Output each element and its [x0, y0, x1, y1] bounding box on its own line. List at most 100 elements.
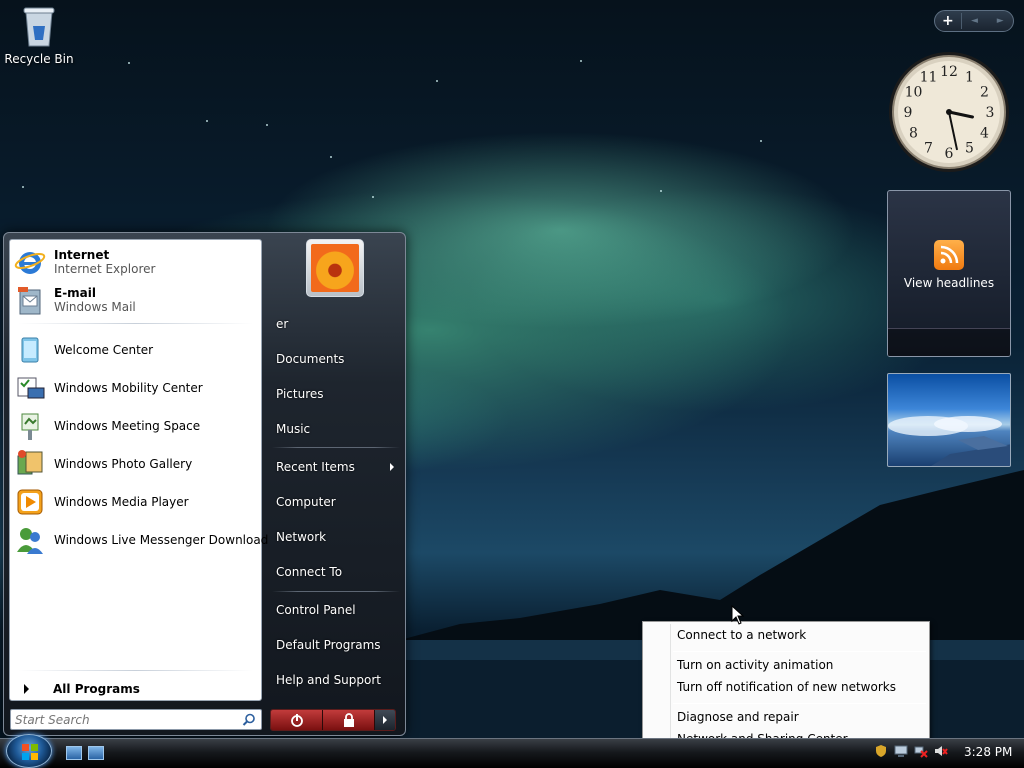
default-programs-link[interactable]: Default Programs: [276, 638, 381, 652]
arrow-right-icon: [24, 684, 29, 694]
shield-icon[interactable]: [874, 744, 888, 758]
taskbar: [0, 738, 1024, 768]
start-button[interactable]: [6, 734, 52, 768]
recycle-bin-label: Recycle Bin: [4, 52, 74, 66]
chevron-right-icon: [390, 463, 394, 471]
start-menu: Internet Internet Explorer E-mail Windows …: [3, 232, 406, 736]
menu-item-diagnose-and-repair[interactable]: Diagnose and repair: [677, 710, 799, 724]
pictures-link[interactable]: Pictures: [276, 387, 324, 401]
feed-footer-band: [888, 328, 1010, 356]
program-live-messenger-download[interactable]: Windows Live Messenger Download: [14, 522, 268, 558]
rss-feed-icon: [934, 240, 964, 270]
pinned-email-item[interactable]: E-mail Windows Mail: [14, 282, 258, 318]
program-label: Windows Photo Gallery: [54, 457, 193, 471]
messenger-icon: [14, 524, 46, 556]
network-context-menu: Connect to a network Turn on activity an…: [642, 621, 930, 751]
connect-to-link[interactable]: Connect To: [276, 565, 342, 579]
welcome-center-icon: [14, 334, 46, 366]
view-headlines-label: View headlines: [903, 276, 995, 290]
menu-separator: [673, 651, 926, 652]
control-panel-link[interactable]: Control Panel: [276, 603, 356, 617]
program-label: Welcome Center: [54, 343, 154, 357]
clock-number: 9: [904, 105, 913, 121]
computer-link[interactable]: Computer: [276, 495, 336, 509]
music-link[interactable]: Music: [276, 422, 310, 436]
power-button[interactable]: [271, 710, 323, 730]
pinned-internet-subtitle: Internet Explorer: [54, 262, 156, 276]
clock-number: 2: [980, 85, 989, 101]
mouse-cursor-icon: [731, 605, 745, 625]
all-programs-separator: [18, 670, 253, 671]
internet-explorer-icon: [14, 246, 46, 278]
all-programs-label: All Programs: [53, 682, 140, 696]
clock-number: 4: [980, 126, 989, 142]
network-link[interactable]: Network: [276, 530, 326, 544]
lock-button[interactable]: [323, 710, 375, 730]
help-and-support-link[interactable]: Help and Support: [276, 673, 381, 687]
pinned-internet-item[interactable]: Internet Internet Explorer: [14, 244, 258, 280]
menu-separator: [673, 703, 926, 704]
power-controls: [270, 709, 396, 731]
places-separator: [272, 447, 400, 448]
shutdown-options-button[interactable]: [375, 710, 395, 730]
recent-items-link[interactable]: Recent Items: [276, 460, 355, 474]
lock-icon: [343, 713, 354, 727]
computer-tray-icon[interactable]: [894, 744, 908, 758]
clock-number: 3: [986, 105, 995, 121]
taskbar-clock[interactable]: 3:28 PM: [964, 745, 1012, 759]
clock-number: 8: [909, 126, 918, 142]
clock-number: 6: [945, 146, 954, 162]
start-menu-places-pane: er Documents Pictures Music Recent Items…: [266, 233, 406, 735]
search-icon[interactable]: [242, 713, 256, 727]
mobility-center-icon: [14, 372, 46, 404]
previous-gadget-page-button[interactable]: ◄: [962, 16, 988, 26]
show-desktop-icon[interactable]: [66, 746, 82, 760]
feed-headlines-gadget[interactable]: View headlines: [887, 190, 1011, 357]
recycle-bin-desktop-icon[interactable]: Recycle Bin: [4, 2, 74, 66]
switch-windows-icon[interactable]: [88, 746, 104, 760]
volume-muted-icon[interactable]: [934, 744, 948, 758]
recycle-bin-icon: [22, 4, 56, 48]
program-mobility-center[interactable]: Windows Mobility Center: [14, 370, 258, 406]
pinned-email-title: E-mail: [54, 286, 97, 300]
windows-logo-icon: [22, 744, 38, 760]
program-photo-gallery[interactable]: Windows Photo Gallery: [14, 446, 258, 482]
media-player-icon: [14, 486, 46, 518]
user-picture[interactable]: [306, 239, 364, 297]
clock-number: 11: [920, 69, 938, 85]
documents-link[interactable]: Documents: [276, 352, 344, 366]
start-menu-programs-pane: Internet Internet Explorer E-mail Windows …: [9, 239, 268, 701]
menu-item-turn-off-notification[interactable]: Turn off notification of new networks: [677, 680, 896, 694]
arrow-right-icon: [383, 716, 387, 724]
windows-mail-icon: [14, 284, 46, 316]
photo-gallery-icon: [14, 448, 46, 480]
pinned-separator: [18, 323, 253, 324]
slideshow-image: [888, 416, 1010, 466]
clock-number: 1: [965, 69, 974, 85]
sidebar-gadget-controls: + ◄ ►: [934, 10, 1014, 32]
flower-avatar-icon: [311, 244, 359, 292]
pinned-internet-title: Internet: [54, 248, 110, 262]
clock-number: 7: [924, 141, 933, 157]
slideshow-gadget[interactable]: [887, 373, 1011, 467]
pinned-email-subtitle: Windows Mail: [54, 300, 136, 314]
user-folder-link[interactable]: er: [276, 317, 288, 331]
program-label: Windows Mobility Center: [54, 381, 203, 395]
program-meeting-space[interactable]: Windows Meeting Space: [14, 408, 258, 444]
program-welcome-center[interactable]: Welcome Center: [14, 332, 258, 368]
start-search-input[interactable]: [10, 709, 262, 730]
all-programs-button[interactable]: All Programs: [18, 682, 140, 696]
clock-number: 10: [905, 85, 923, 101]
add-gadget-button[interactable]: +: [935, 13, 962, 29]
program-label: Windows Media Player: [54, 495, 189, 509]
meeting-space-icon: [14, 410, 46, 442]
network-disconnected-icon[interactable]: [914, 744, 928, 758]
clock-number: 5: [965, 141, 974, 157]
menu-item-connect-to-network[interactable]: Connect to a network: [677, 628, 806, 642]
clock-number: 12: [940, 64, 958, 80]
next-gadget-page-button[interactable]: ►: [987, 16, 1013, 26]
program-media-player[interactable]: Windows Media Player: [14, 484, 258, 520]
menu-item-turn-on-activity-animation[interactable]: Turn on activity animation: [677, 658, 833, 672]
clock-gadget[interactable]: 12 12 3 45678 9 1011: [886, 50, 1012, 174]
system-tray: [874, 744, 948, 758]
